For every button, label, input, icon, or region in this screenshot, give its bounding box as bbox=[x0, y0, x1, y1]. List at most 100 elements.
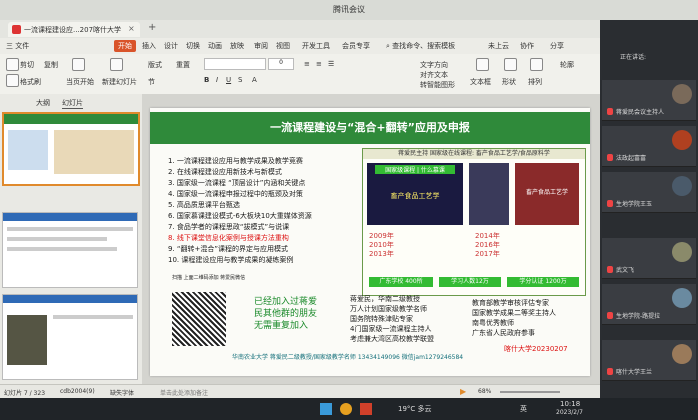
brush-icon[interactable] bbox=[6, 74, 19, 87]
thumb-title-bar bbox=[4, 114, 138, 124]
textbox-icon[interactable] bbox=[476, 58, 489, 71]
share-button[interactable]: 分享 bbox=[550, 41, 564, 51]
align-left-icon[interactable]: ≡ bbox=[304, 60, 310, 68]
participant-tile[interactable]: 武文飞 bbox=[602, 238, 696, 279]
menu-view[interactable]: 视图 bbox=[276, 41, 290, 51]
menu-home[interactable]: 开始 bbox=[114, 40, 136, 52]
participant-tile[interactable]: 蒋爱民会议主持人 bbox=[602, 80, 696, 121]
bold-icon[interactable]: B bbox=[204, 76, 209, 84]
participant-tile[interactable]: 生地学院王玉 bbox=[602, 172, 696, 213]
thumb-title-bar bbox=[3, 295, 137, 303]
input-language[interactable]: 英 bbox=[520, 404, 527, 414]
document-tab-label: 一流课程建设应...207喀什大学 bbox=[24, 26, 122, 34]
outline-button[interactable]: 轮廓 bbox=[560, 60, 574, 70]
agenda-item: 10. 课程建设应用与教学成果的凝练案例 bbox=[168, 256, 294, 264]
play-icon[interactable] bbox=[72, 58, 85, 71]
menu-animation[interactable]: 动画 bbox=[208, 41, 222, 51]
menu-insert[interactable]: 插入 bbox=[142, 41, 156, 51]
font-family-select[interactable] bbox=[204, 58, 266, 70]
slide-thumbnail[interactable] bbox=[2, 112, 140, 186]
thumb-text-line bbox=[7, 227, 133, 231]
slide-thumbnail[interactable] bbox=[2, 212, 138, 288]
menu-slideshow[interactable]: 放映 bbox=[230, 41, 244, 51]
play-slideshow-icon[interactable]: ▶ bbox=[460, 387, 466, 396]
thumb-text-line bbox=[7, 247, 117, 251]
menu-devtools[interactable]: 开发工具 bbox=[302, 41, 330, 51]
clock-date[interactable]: 2023/2/7 bbox=[556, 409, 583, 416]
search-command-input[interactable]: ⌕ 查找命令、搜索模板 bbox=[386, 41, 455, 51]
close-tab-icon[interactable]: × bbox=[128, 24, 135, 33]
start-icon[interactable] bbox=[320, 403, 332, 415]
tab-outline[interactable]: 大纲 bbox=[36, 98, 50, 108]
cut-button[interactable]: 剪切 bbox=[20, 60, 34, 70]
scissors-icon[interactable] bbox=[6, 58, 19, 71]
course-video-image: 国家级课程 | 什么慕课 畜产食品工艺学 bbox=[367, 163, 463, 225]
slide-canvas[interactable]: 一流课程建设与“混合+翻转”应用及申报 1. 一流课程建设应用与教学成果及教学竞… bbox=[150, 108, 590, 376]
participant-tile[interactable]: 生地学院-路提拉 bbox=[602, 284, 696, 325]
new-slide-button[interactable]: 新建幻灯片 bbox=[102, 77, 137, 87]
participant-tile[interactable]: 喀什大学王兰 bbox=[602, 340, 696, 381]
notes-placeholder[interactable]: 单击此处添加备注 bbox=[160, 388, 208, 397]
list-icon[interactable]: ☰ bbox=[328, 60, 334, 68]
new-slide-icon[interactable] bbox=[110, 58, 123, 71]
arrange-button[interactable]: 排列 bbox=[528, 77, 542, 87]
document-tab[interactable]: 一流课程建设应...207喀什大学 × bbox=[8, 22, 140, 37]
clock-time[interactable]: 10:18 bbox=[560, 400, 580, 408]
underline-icon[interactable]: U bbox=[226, 76, 231, 84]
cloud-status[interactable]: 未上云 bbox=[488, 41, 509, 51]
count-learners: 学习人数12万 bbox=[439, 277, 501, 287]
menu-file[interactable]: 三 文件 bbox=[6, 41, 29, 51]
collaborate-button[interactable]: 协作 bbox=[520, 41, 534, 51]
participant-tile[interactable]: 法政起富富 bbox=[602, 126, 696, 167]
align-center-icon[interactable]: ≡ bbox=[316, 60, 322, 68]
mic-muted-icon bbox=[607, 154, 613, 161]
thumb-content-image bbox=[54, 130, 134, 174]
smart-art-button[interactable]: 转智能图形 bbox=[420, 80, 455, 90]
section-button[interactable]: 节 bbox=[148, 77, 155, 87]
font-color-icon[interactable]: A bbox=[252, 76, 257, 84]
format-painter-button[interactable]: 格式刷 bbox=[20, 77, 41, 87]
from-current-button[interactable]: 当页开始 bbox=[66, 77, 94, 87]
mic-muted-icon bbox=[607, 108, 613, 115]
weather-text[interactable]: 19°C 多云 bbox=[398, 404, 432, 414]
add-tab-icon[interactable]: + bbox=[148, 22, 156, 33]
strikethrough-icon[interactable]: S bbox=[238, 76, 242, 84]
reset-button[interactable]: 重置 bbox=[176, 60, 190, 70]
menu-transition[interactable]: 切换 bbox=[186, 41, 200, 51]
qr-caption: 扫描 上面二维码添加 蒋爱民微信 bbox=[172, 275, 246, 281]
zoom-slider[interactable] bbox=[500, 391, 560, 393]
slide-title: 一流课程建设与“混合+翻转”应用及申报 bbox=[270, 121, 470, 134]
shape-icon[interactable] bbox=[504, 58, 517, 71]
browser-icon[interactable] bbox=[340, 403, 352, 415]
align-text-button[interactable]: 对齐文本 bbox=[420, 70, 448, 80]
mic-muted-icon bbox=[607, 266, 613, 273]
agenda-item: 8. 线下课堂信息化案例与授课方法重构 bbox=[168, 234, 289, 242]
zoom-level[interactable]: 68% bbox=[478, 388, 491, 395]
font-size-select[interactable]: 0 bbox=[268, 58, 294, 70]
textbox-button[interactable]: 文本框 bbox=[470, 77, 491, 87]
italic-icon[interactable]: I bbox=[216, 76, 218, 84]
participant-name: 生地学院王玉 bbox=[616, 201, 653, 208]
meeting-title-bar: 腾讯会议 bbox=[0, 0, 698, 20]
slide-thumbnail[interactable] bbox=[2, 294, 138, 380]
wps-icon[interactable] bbox=[360, 403, 372, 415]
missing-font-button[interactable]: 缺失字体 bbox=[110, 388, 134, 397]
bio-bullet: 国务院特殊津贴专家 bbox=[350, 315, 413, 323]
menu-review[interactable]: 审阅 bbox=[254, 41, 268, 51]
text-direction-button[interactable]: 文字方向 bbox=[420, 60, 448, 70]
bio-bullet: 南粤优秀教师 bbox=[472, 319, 514, 327]
agenda-item: 3. 国家级一流课程 “顶层设计”内涵和关键点 bbox=[168, 179, 306, 187]
copy-button[interactable]: 复制 bbox=[44, 60, 58, 70]
shape-button[interactable]: 形状 bbox=[502, 77, 516, 87]
menu-design[interactable]: 设计 bbox=[164, 41, 178, 51]
participant-name: 法政起富富 bbox=[616, 155, 647, 162]
menu-vip[interactable]: 会员专享 bbox=[342, 41, 370, 51]
meeting-title: 腾讯会议 bbox=[333, 5, 365, 14]
layout-button[interactable]: 版式 bbox=[148, 60, 162, 70]
tab-slides[interactable]: 幻灯片 bbox=[62, 98, 83, 109]
arrange-icon[interactable] bbox=[530, 58, 543, 71]
agenda-item: 9. “翻转+混合”课程的界定与应用模式 bbox=[168, 245, 289, 253]
thumb-photo bbox=[7, 315, 47, 365]
mic-muted-icon bbox=[607, 312, 613, 319]
course-title-text: 畜产食品工艺学 bbox=[390, 192, 440, 200]
